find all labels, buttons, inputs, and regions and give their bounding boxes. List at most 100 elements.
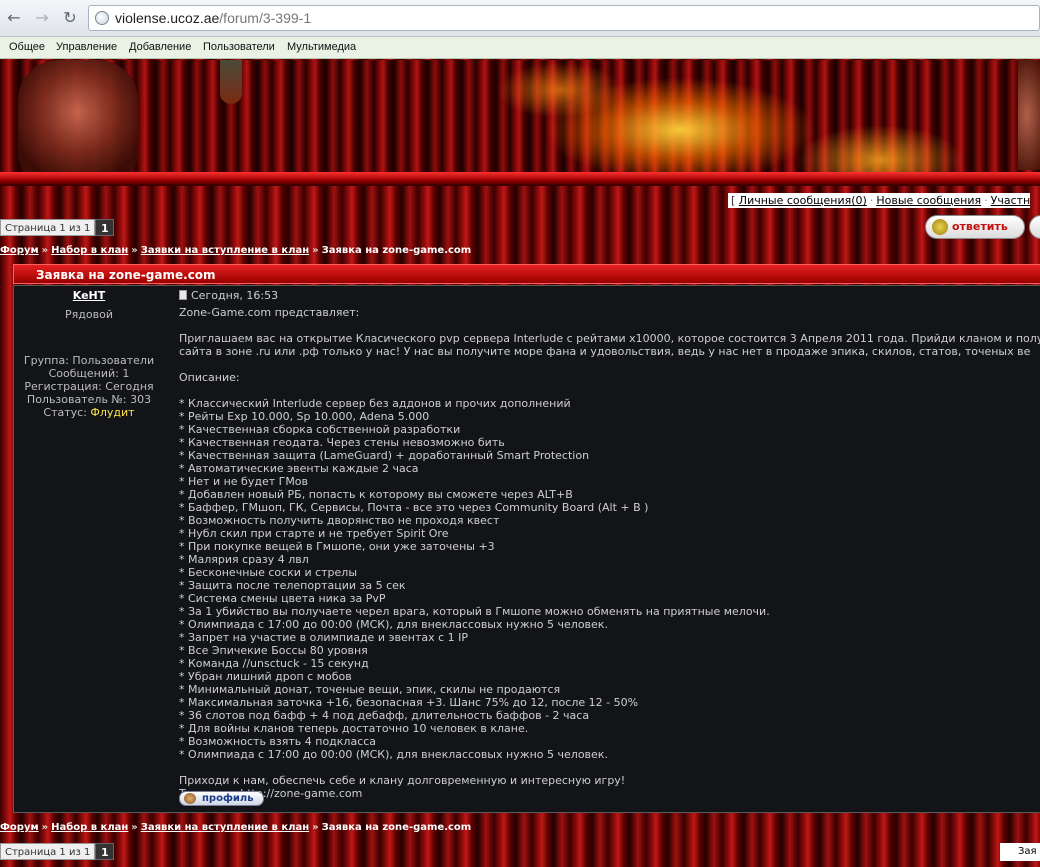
user-links: [ Личные сообщения(0) · Новые сообщения · Уч… (728, 193, 1031, 208)
feature-item: * Защита после телепортации за 5 сек (179, 579, 406, 592)
reload-icon[interactable]: ↻ (60, 8, 80, 28)
new-messages-link[interactable]: Новые сообщения (876, 194, 981, 207)
page-label: Страница 1 из 1 (0, 219, 96, 236)
breadcrumb-arrow: » (131, 245, 138, 256)
status-value: Флудит (90, 406, 135, 419)
author-messages: Сообщений: 1 (48, 367, 130, 380)
status-label: Статус: (43, 406, 87, 419)
breadcrumb-arrow: » (131, 822, 138, 833)
demon-idol-image (18, 60, 138, 176)
feature-item: * Все Эпичекие Боссы 80 уровня (179, 644, 368, 657)
url-host: violense.ucoz.ae (115, 10, 220, 26)
post-invite-line: Приглашаем вас на открытие Класического … (179, 332, 1040, 345)
page-label: Страница 1 из 1 (0, 843, 96, 860)
feature-item: * Олимпиада с 17:00 до 00:00 (МСК), для … (179, 748, 608, 761)
feature-item: * Запрет на участие в олимпиаде и эвента… (179, 631, 469, 644)
breadcrumb-arrow: » (41, 245, 49, 256)
feature-item: * За 1 убийство вы получаете черел врага… (179, 605, 770, 618)
profile-button-label: профиль (202, 793, 254, 804)
page-number[interactable]: 1 (95, 219, 115, 236)
user-icon (184, 793, 196, 804)
members-link[interactable]: Участн (991, 194, 1031, 207)
url-path: /forum/3-399-1 (219, 10, 312, 26)
address-bar[interactable]: violense.ucoz.ae/forum/3-399-1 (88, 5, 1040, 31)
pagination-bottom: Страница 1 из 1 1 (0, 843, 115, 860)
breadcrumb-subsection[interactable]: Заявки на вступление в клан (141, 245, 309, 256)
feature-item: * Команда //unsctuck - 15 секунд (179, 657, 369, 670)
forward-arrow-icon[interactable]: → (32, 8, 52, 28)
post-outro-link: Только на http://zone-game.com (179, 787, 363, 800)
message-panel: Сегодня, 16:53 Zone-Game.com представляе… (179, 286, 1040, 812)
author-status: Статус: Флудит (14, 406, 164, 419)
feature-item: * Автоматические эвенты каждые 2 часа (179, 462, 419, 475)
breadcrumb-arrow: » (312, 245, 319, 256)
feature-item: * Бесконечные соски и стрелы (179, 566, 358, 579)
feature-item: * Баффер, ГМшоп, ГК, Сервисы, Почта - вс… (179, 501, 649, 514)
post-invite-line: сайта в зоне .ru или .рф только у нас! У… (179, 345, 1031, 358)
breadcrumb-current: Заявка на zone-game.com (321, 822, 472, 833)
feature-item: * Нет и не будет ГМов (179, 475, 309, 488)
post-date-text: Сегодня, 16:53 (191, 289, 279, 302)
separator: · (869, 194, 874, 207)
new-topic-button[interactable] (1029, 215, 1040, 239)
reply-button-label: ответить (952, 220, 1008, 233)
feature-item: * Возможность взять 4 подкласса (179, 735, 377, 748)
author-user-number: Пользователь №: 303 (26, 393, 152, 406)
feature-item: * Убран лишний дроп с мобов (179, 670, 352, 683)
breadcrumb-section[interactable]: Набор в клан (51, 822, 128, 833)
feature-item: * Олимпиада с 17:00 до 00:00 (МСК), для … (179, 618, 608, 631)
bookmark-general[interactable]: Общее (9, 41, 45, 53)
pen-icon (932, 219, 948, 235)
breadcrumb-subsection[interactable]: Заявки на вступление в клан (141, 822, 309, 833)
bookmarks-bar: Общее Управление Добавление Пользователи… (0, 37, 1040, 59)
page-number[interactable]: 1 (95, 843, 115, 860)
bottom-right-button[interactable]: Зая (1000, 843, 1040, 861)
author-panel: KeHT Рядовой Группа: Пользователи Сообще… (14, 286, 164, 812)
post-title: Заявка на zone-game.com (36, 268, 216, 282)
author-name[interactable]: KeHT (14, 289, 164, 302)
feature-item: * Нубл скил при старте и не требует Spir… (179, 527, 449, 540)
post-header: Заявка на zone-game.com (13, 264, 1040, 284)
breadcrumb-arrow: » (312, 822, 319, 833)
bookmark-adding[interactable]: Добавление (129, 41, 191, 53)
feature-list: * Классический Interlude сервер без аддо… (179, 397, 1040, 761)
author-registered: Регистрация: Сегодня (24, 380, 154, 393)
bookmark-management[interactable]: Управление (56, 41, 117, 53)
breadcrumb-current: Заявка на zone-game.com (321, 245, 472, 256)
post-document-icon (179, 290, 187, 300)
breadcrumb-bottom: Форум» Набор в клан» Заявки на вступление … (0, 822, 471, 833)
description-label: Описание: (179, 371, 240, 384)
header-banner (0, 60, 1040, 186)
feature-item: * 36 слотов под бафф + 4 под дебафф, дли… (179, 709, 590, 722)
back-arrow-icon[interactable]: ← (4, 8, 24, 28)
globe-icon (95, 11, 109, 25)
breadcrumb-forum[interactable]: Форум (0, 822, 39, 833)
claw-image (220, 60, 242, 104)
pagination-top: Страница 1 из 1 1 (0, 219, 115, 236)
feature-item: * Классический Interlude сервер без аддо… (179, 397, 571, 410)
browser-toolbar: ← → ↻ violense.ucoz.ae/forum/3-399-1 (0, 0, 1040, 37)
author-rank: Рядовой (65, 308, 113, 321)
bookmark-multimedia[interactable]: Мультимедиа (287, 41, 356, 53)
feature-item: * Малярия сразу 4 лвл (179, 553, 309, 566)
post-date: Сегодня, 16:53 (179, 289, 278, 302)
bookmark-users[interactable]: Пользователи (203, 41, 275, 53)
feature-item: * Качественная сборка собственной разраб… (179, 423, 461, 436)
feature-item: * Качественная геодата. Через стены нево… (179, 436, 505, 449)
breadcrumb-section[interactable]: Набор в клан (51, 245, 128, 256)
private-messages-link[interactable]: Личные сообщения(0) (739, 194, 867, 207)
bracket: [ (731, 194, 736, 207)
post-intro: Zone-Game.com представляет: (179, 306, 360, 319)
breadcrumb-arrow: » (41, 822, 49, 833)
breadcrumb-top: Форум» Набор в клан» Заявки на вступление … (0, 245, 471, 256)
feature-item: * Возможность получить дворянство не про… (179, 514, 500, 527)
breadcrumb-forum[interactable]: Форум (0, 245, 39, 256)
author-info: Группа: Пользователи Сообщений: 1 Регист… (14, 354, 164, 419)
separator: · (984, 194, 988, 207)
profile-button[interactable]: профиль (179, 791, 264, 806)
feature-item: * Минимальный донат, точеные вещи, эпик,… (179, 683, 561, 696)
demon-idol-right-image (1018, 60, 1040, 170)
feature-item: * Рейты Exp 10.000, Sp 10.000, Adena 5.0… (179, 410, 430, 423)
reply-button[interactable]: ответить (925, 215, 1025, 239)
post-outro: Приходи к нам, обеспечь себе и клану дол… (179, 774, 626, 787)
